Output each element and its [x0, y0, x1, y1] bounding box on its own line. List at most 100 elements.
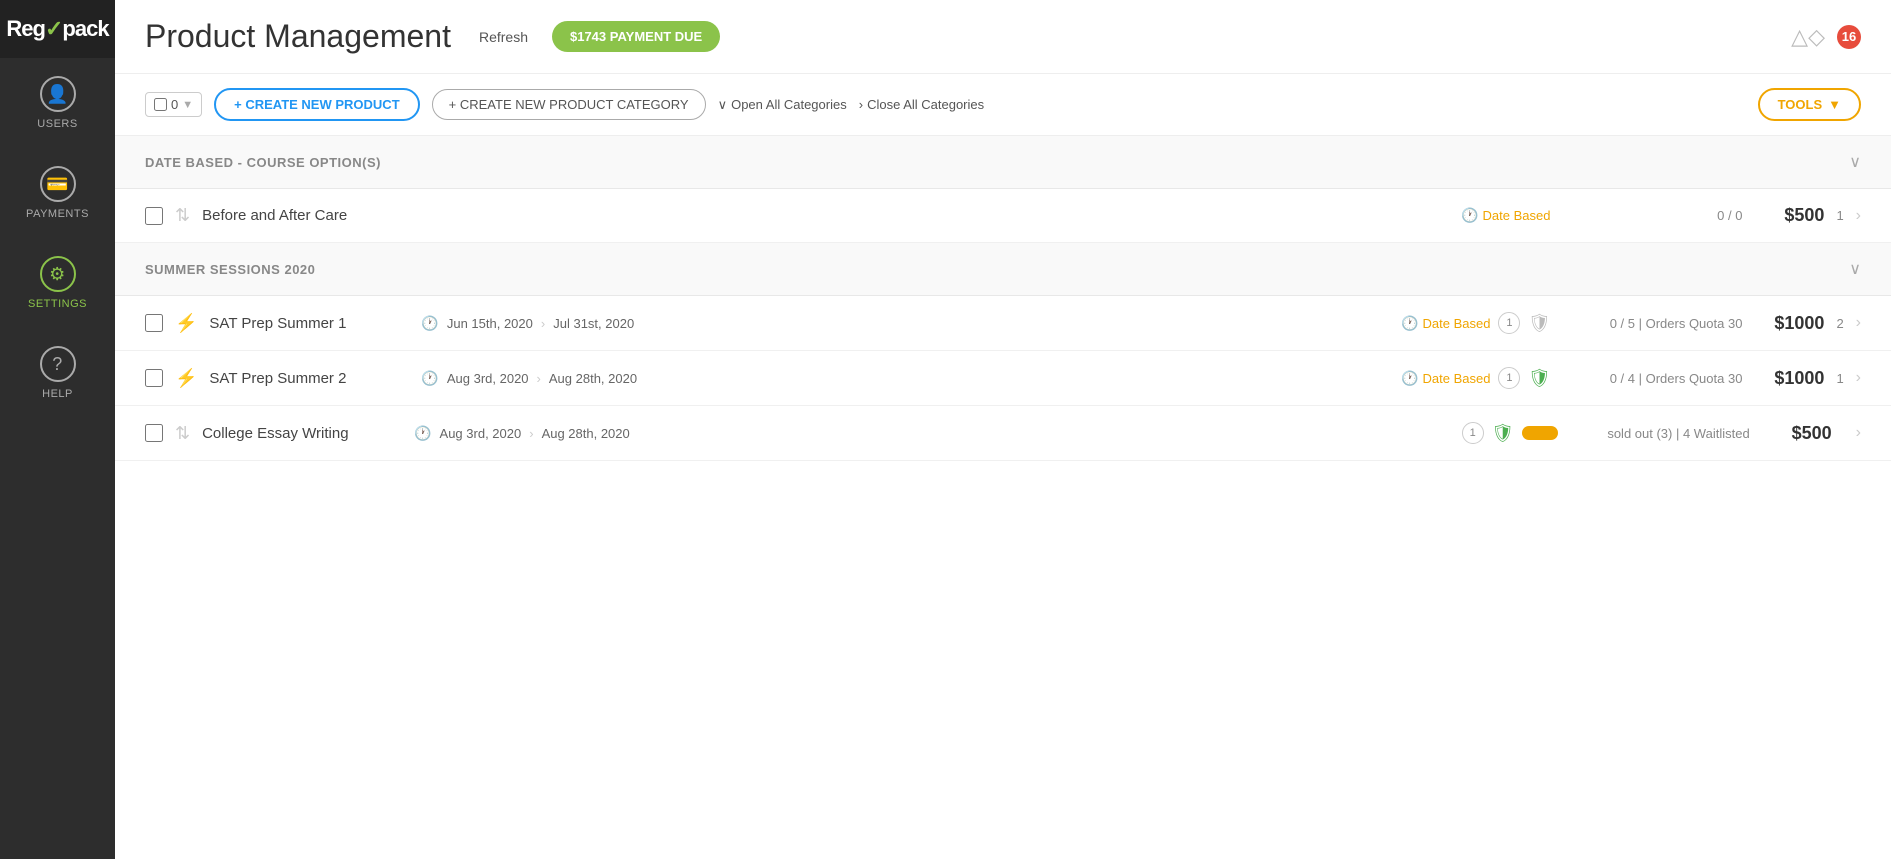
select-count: 0	[171, 97, 178, 112]
page-title: Product Management	[145, 18, 451, 55]
close-all-icon: ›	[859, 97, 863, 112]
stats-sat-prep-2: 0 / 4 | Orders Quota 30	[1562, 371, 1742, 386]
product-checkbox-sat-prep-2[interactable]	[145, 369, 163, 387]
category-summer-sessions[interactable]: SUMMER SESSIONS 2020 ∨	[115, 243, 1891, 296]
create-product-button[interactable]: + CREATE NEW PRODUCT	[214, 88, 420, 121]
tools-button[interactable]: TOOLS ▼	[1758, 88, 1861, 121]
sidebar-label-help: HELP	[42, 388, 73, 400]
sidebar-label-users: USERS	[37, 118, 77, 130]
shield-icon-college-essay: 🛡	[1492, 422, 1514, 444]
sidebar-item-help[interactable]: ? HELP	[0, 328, 115, 418]
category-title-date-based: DATE BASED - COURSE OPTION(S)	[145, 155, 381, 170]
sidebar-item-payments[interactable]: 💳 PAYMENTS	[0, 148, 115, 238]
dates-sat-prep-2: 🕐 Aug 3rd, 2020 › Aug 28th, 2020	[421, 370, 637, 387]
yellow-pill-college-essay	[1522, 426, 1558, 440]
select-all-checkbox[interactable]	[154, 98, 167, 111]
row-chevron-sat-prep-2[interactable]: ›	[1856, 369, 1861, 387]
category-title-summer: SUMMER SESSIONS 2020	[145, 262, 315, 277]
main-panel: Product Management Refresh $1743 PAYMENT…	[115, 0, 1891, 859]
tag-date-based-sat-prep-2: 🕐 Date Based	[1401, 370, 1490, 387]
product-checkbox-before-after-care[interactable]	[145, 207, 163, 225]
date-arrow-1: ›	[541, 316, 545, 331]
header: Product Management Refresh $1743 PAYMENT…	[115, 0, 1891, 74]
price-sat-prep-2: $1000	[1754, 368, 1824, 389]
close-all-categories-link[interactable]: › Close All Categories	[859, 97, 984, 112]
payment-due-badge[interactable]: $1743 PAYMENT DUE	[552, 21, 720, 52]
row-chevron-before-after-care[interactable]: ›	[1856, 207, 1861, 225]
dates-college-essay: 🕐 Aug 3rd, 2020 › Aug 28th, 2020	[414, 425, 630, 442]
open-all-categories-link[interactable]: ∨ Open All Categories	[718, 97, 847, 113]
badge-sat-prep-2: 1	[1498, 367, 1520, 389]
count-sat-prep-2: 1	[1836, 371, 1843, 386]
category-date-based-course[interactable]: DATE BASED - COURSE OPTION(S) ∨	[115, 136, 1891, 189]
date-based-label-sat-prep-1: Date Based	[1423, 316, 1491, 331]
count-before-after-care: 1	[1836, 208, 1843, 223]
product-name-sat-prep-1: SAT Prep Summer 1	[209, 315, 409, 332]
product-checkbox-sat-prep-1[interactable]	[145, 314, 163, 332]
sidebar-logo: Reg✓pack	[0, 0, 115, 58]
product-checkbox-college-essay[interactable]	[145, 424, 163, 442]
date-start-sat-prep-1: Jun 15th, 2020	[447, 316, 533, 331]
date-start-college-essay: Aug 3rd, 2020	[440, 426, 522, 441]
price-sat-prep-1: $1000	[1754, 313, 1824, 334]
tag-date-based-before-after-care: 🕐 Date Based	[1461, 207, 1550, 224]
shapes-icon: △◇	[1791, 24, 1825, 50]
stats-before-after-care: 0 / 0	[1562, 208, 1742, 223]
shield-icon-sat-prep-2: 🛡	[1528, 367, 1550, 389]
category-chevron-summer[interactable]: ∨	[1849, 259, 1861, 279]
clock-icon-sat-prep-1: 🕐	[1401, 315, 1418, 332]
badge-college-essay: 1	[1462, 422, 1484, 444]
tags-sat-prep-2: 🕐 Date Based 1 🛡	[1401, 367, 1550, 389]
price-college-essay: $500	[1762, 423, 1832, 444]
drag-handle-before-after-care: ⇅	[175, 205, 190, 226]
lightning-icon-sat-prep-2: ⚡	[175, 368, 197, 389]
tags-sat-prep-1: 🕐 Date Based 1 🛡	[1401, 312, 1550, 334]
clock-icon-before-after-care: 🕐	[1461, 207, 1478, 224]
date-arrow-essay: ›	[529, 426, 533, 441]
sidebar-item-users[interactable]: 👤 USERS	[0, 58, 115, 148]
badge-sat-prep-1: 1	[1498, 312, 1520, 334]
header-icons: △◇	[1791, 24, 1825, 50]
select-count-wrapper[interactable]: 0 ▼	[145, 92, 202, 117]
content-area: DATE BASED - COURSE OPTION(S) ∨ ⇅ Before…	[115, 136, 1891, 859]
count-sat-prep-1: 2	[1836, 316, 1843, 331]
clock-icon-sat-prep-2: 🕐	[1401, 370, 1418, 387]
dates-sat-prep-1: 🕐 Jun 15th, 2020 › Jul 31st, 2020	[421, 315, 634, 332]
product-name-college-essay: College Essay Writing	[202, 425, 402, 442]
date-end-sat-prep-2: Aug 28th, 2020	[549, 371, 637, 386]
lightning-icon-sat-prep-1: ⚡	[175, 313, 197, 334]
date-based-label-sat-prep-2: Date Based	[1423, 371, 1491, 386]
product-row-sat-prep-2: ⚡ SAT Prep Summer 2 🕐 Aug 3rd, 2020 › Au…	[115, 351, 1891, 406]
logo-text: Reg✓pack	[6, 16, 108, 42]
product-name-sat-prep-2: SAT Prep Summer 2	[209, 370, 409, 387]
settings-icon: ⚙	[40, 256, 76, 292]
tag-date-based-sat-prep-1: 🕐 Date Based	[1401, 315, 1490, 332]
date-based-label-before-after-care: Date Based	[1483, 208, 1551, 223]
date-arrow-2: ›	[537, 371, 541, 386]
product-name-before-after-care: Before and After Care	[202, 207, 402, 224]
refresh-button[interactable]: Refresh	[479, 29, 528, 45]
stats-college-essay: sold out (3) | 4 Waitlisted	[1570, 426, 1750, 441]
product-row-sat-prep-1: ⚡ SAT Prep Summer 1 🕐 Jun 15th, 2020 › J…	[115, 296, 1891, 351]
product-row-before-after-care: ⇅ Before and After Care 🕐 Date Based 0 /…	[115, 189, 1891, 243]
select-dropdown-icon[interactable]: ▼	[182, 99, 193, 111]
date-end-sat-prep-1: Jul 31st, 2020	[553, 316, 634, 331]
drag-handle-college-essay: ⇅	[175, 423, 190, 444]
user-icon: 👤	[40, 76, 76, 112]
row-chevron-college-essay[interactable]: ›	[1856, 424, 1861, 442]
price-before-after-care: $500	[1754, 205, 1824, 226]
tags-college-essay: 1 🛡	[1462, 422, 1558, 444]
help-icon: ?	[40, 346, 76, 382]
date-start-icon-essay: 🕐	[414, 425, 431, 442]
notification-count[interactable]: 16	[1837, 25, 1861, 49]
date-start-icon-2: 🕐	[421, 370, 438, 387]
sidebar-item-settings[interactable]: ⚙ SETTINGS	[0, 238, 115, 328]
stats-sat-prep-1: 0 / 5 | Orders Quota 30	[1562, 316, 1742, 331]
create-category-button[interactable]: + CREATE NEW PRODUCT CATEGORY	[432, 89, 706, 120]
tools-chevron-icon: ▼	[1828, 97, 1841, 112]
date-start-icon-1: 🕐	[421, 315, 438, 332]
row-chevron-sat-prep-1[interactable]: ›	[1856, 314, 1861, 332]
sidebar-label-settings: SETTINGS	[28, 298, 87, 310]
category-chevron-date-based[interactable]: ∨	[1849, 152, 1861, 172]
sidebar-label-payments: PAYMENTS	[26, 208, 89, 220]
